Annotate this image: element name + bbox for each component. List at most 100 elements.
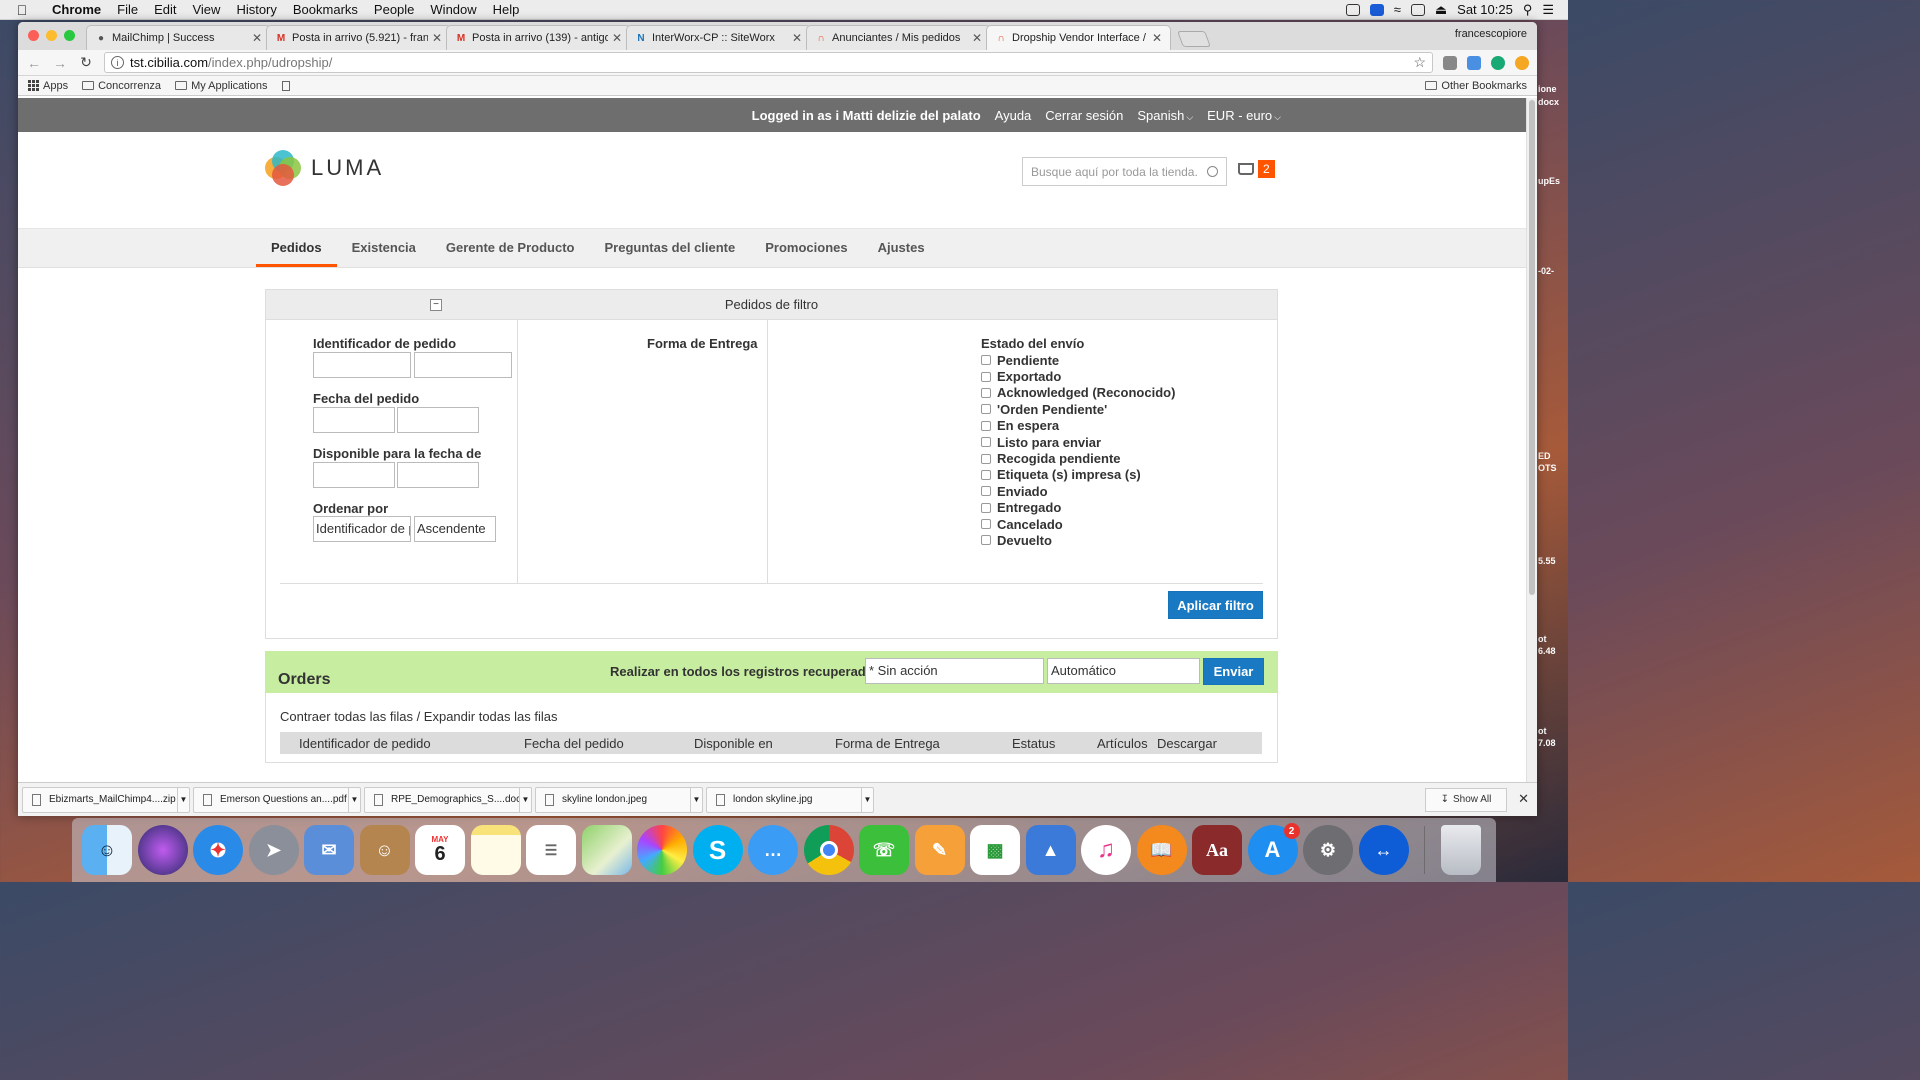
minimize-window-icon[interactable] [46,30,57,41]
filter-header[interactable]: − Pedidos de filtro [266,290,1277,320]
download-item[interactable]: london skyline.jpg ▼ [706,786,874,813]
status-option[interactable]: Acknowledged (Reconocido) [981,385,1175,401]
address-bar[interactable]: i tst.cibilia.com /index.php/udropship/ … [104,52,1433,73]
nav-preguntas-cliente[interactable]: Preguntas del cliente [589,229,750,267]
close-icon[interactable]: ✕ [1518,791,1529,807]
trash-icon[interactable] [1440,825,1481,875]
menu-people[interactable]: People [366,2,422,17]
teamviewer-status-icon[interactable] [1369,3,1384,16]
dictionary-icon[interactable]: Aa [1192,825,1242,875]
checkbox[interactable] [981,453,991,464]
status-option[interactable]: Devuelto [981,532,1175,548]
contacts-icon[interactable]: ☺ [359,825,410,875]
download-item[interactable]: RPE_Demographics_S....doc ▼ [364,786,532,813]
column-header[interactable]: Descargar [1157,736,1217,751]
status-check-icon[interactable] [1345,3,1360,16]
close-icon[interactable]: ✕ [792,31,802,45]
reload-icon[interactable]: ↻ [78,54,94,71]
maps-icon[interactable] [581,825,632,875]
menu-view[interactable]: View [184,2,228,17]
extension-icon[interactable] [1515,55,1529,70]
scrollbar-thumb[interactable] [1529,100,1535,595]
pages-icon[interactable]: ✎ [914,825,965,875]
page-scrollbar[interactable] [1526,98,1537,782]
forward-icon[interactable]: → [52,55,68,71]
status-option[interactable]: En espera [981,418,1175,434]
close-icon[interactable]: ✕ [432,31,442,45]
other-bookmarks[interactable]: Other Bookmarks [1425,80,1527,92]
airplay-icon[interactable] [1410,3,1425,16]
menu-file[interactable]: File [109,2,146,17]
download-item[interactable]: Ebizmarts_MailChimp4....zip ▼ [22,786,190,813]
numbers-icon[interactable]: ▩ [970,825,1020,875]
menu-app-name[interactable]: Chrome [44,2,109,17]
chevron-down-icon[interactable]: ▼ [861,787,873,812]
notes-icon[interactable] [470,825,521,875]
checkbox[interactable] [981,355,991,366]
apple-menu-icon[interactable]:  [0,2,44,18]
mass-mode-select[interactable]: Automático [1047,658,1200,684]
chevron-down-icon[interactable]: ▼ [177,787,189,812]
new-tab-button[interactable] [1177,31,1211,47]
safari-icon[interactable]: ✦ [193,825,243,875]
close-icon[interactable]: ✕ [612,31,622,45]
logout-link[interactable]: Cerrar sesión [1045,108,1123,123]
nav-gerente-producto[interactable]: Gerente de Producto [431,229,590,267]
bookmark-page[interactable] [281,80,290,91]
appstore-icon[interactable]: A2 [1247,823,1300,875]
keynote-icon[interactable]: ▲ [1025,825,1076,875]
checkbox[interactable] [981,420,991,431]
column-header[interactable]: Disponible en [694,736,773,751]
chevron-down-icon[interactable]: ▼ [348,787,360,812]
finder-icon[interactable]: ☺ [82,825,132,875]
tab-anunciantes[interactable]: ∩ Anunciantes / Mis pedidos ✕ [806,25,991,50]
teamviewer-icon[interactable]: ↔ [1358,825,1409,875]
ibooks-icon[interactable]: 📖 [1136,825,1187,875]
extension-icon[interactable] [1443,55,1457,70]
close-icon[interactable]: ✕ [972,31,982,45]
checkbox[interactable] [981,387,991,398]
column-header[interactable]: Forma de Entrega [835,736,940,751]
checkbox[interactable] [981,404,991,415]
collapse-icon[interactable]: − [430,299,442,311]
status-option[interactable]: Recogida pendiente [981,450,1175,466]
menu-window[interactable]: Window [422,2,484,17]
nav-ajustes[interactable]: Ajustes [863,229,940,267]
column-header[interactable]: Fecha del pedido [524,736,624,751]
submit-mass-action-button[interactable]: Enviar [1203,658,1264,685]
checkbox[interactable] [981,469,991,480]
ship-date-from-input[interactable] [313,462,395,488]
photos-icon[interactable] [637,825,687,875]
itunes-icon[interactable]: ♫ [1081,825,1131,875]
apply-filter-button[interactable]: Aplicar filtro [1168,591,1263,619]
extension-icon[interactable] [1491,55,1505,70]
help-link[interactable]: Ayuda [995,108,1032,123]
order-id-to-input[interactable] [414,352,512,378]
close-icon[interactable]: ✕ [1152,31,1162,45]
tab-interworx[interactable]: N InterWorx-CP :: SiteWorx ✕ [626,25,811,50]
checkbox[interactable] [981,371,991,382]
close-icon[interactable]: ✕ [252,31,262,45]
expand-all-link[interactable]: Expandir todas las filas [424,709,558,724]
search-input[interactable]: Busque aquí por toda la tienda. [1022,157,1227,186]
status-option[interactable]: Exportado [981,368,1175,384]
site-info-icon[interactable]: i [111,56,124,69]
checkbox[interactable] [981,535,991,546]
currency-switcher[interactable]: EUR - euro ⌵ [1207,108,1281,123]
column-header[interactable]: Estatus [1012,736,1055,751]
back-icon[interactable]: ← [26,55,42,71]
tab-dropship-vendor[interactable]: ∩ Dropship Vendor Interface / ✕ [986,25,1171,50]
luma-logo[interactable]: LUMA [265,150,384,186]
bookmark-concorrenza[interactable]: Concorrenza [82,80,161,92]
show-all-downloads-button[interactable]: ↧ Show All [1425,787,1507,812]
nav-promociones[interactable]: Promociones [750,229,862,267]
zoom-window-icon[interactable] [64,30,75,41]
reminders-icon[interactable]: ☰ [526,825,576,875]
siri-icon[interactable] [137,825,188,875]
facetime-icon[interactable]: ☏ [859,825,909,875]
profile-name[interactable]: francescopiore [1455,28,1527,40]
status-option[interactable]: Enviado [981,483,1175,499]
extension-icon[interactable] [1467,55,1481,70]
tab-gmail-2[interactable]: M Posta in arrivo (139) - antigot ✕ [446,25,631,50]
order-id-from-input[interactable] [313,352,411,378]
